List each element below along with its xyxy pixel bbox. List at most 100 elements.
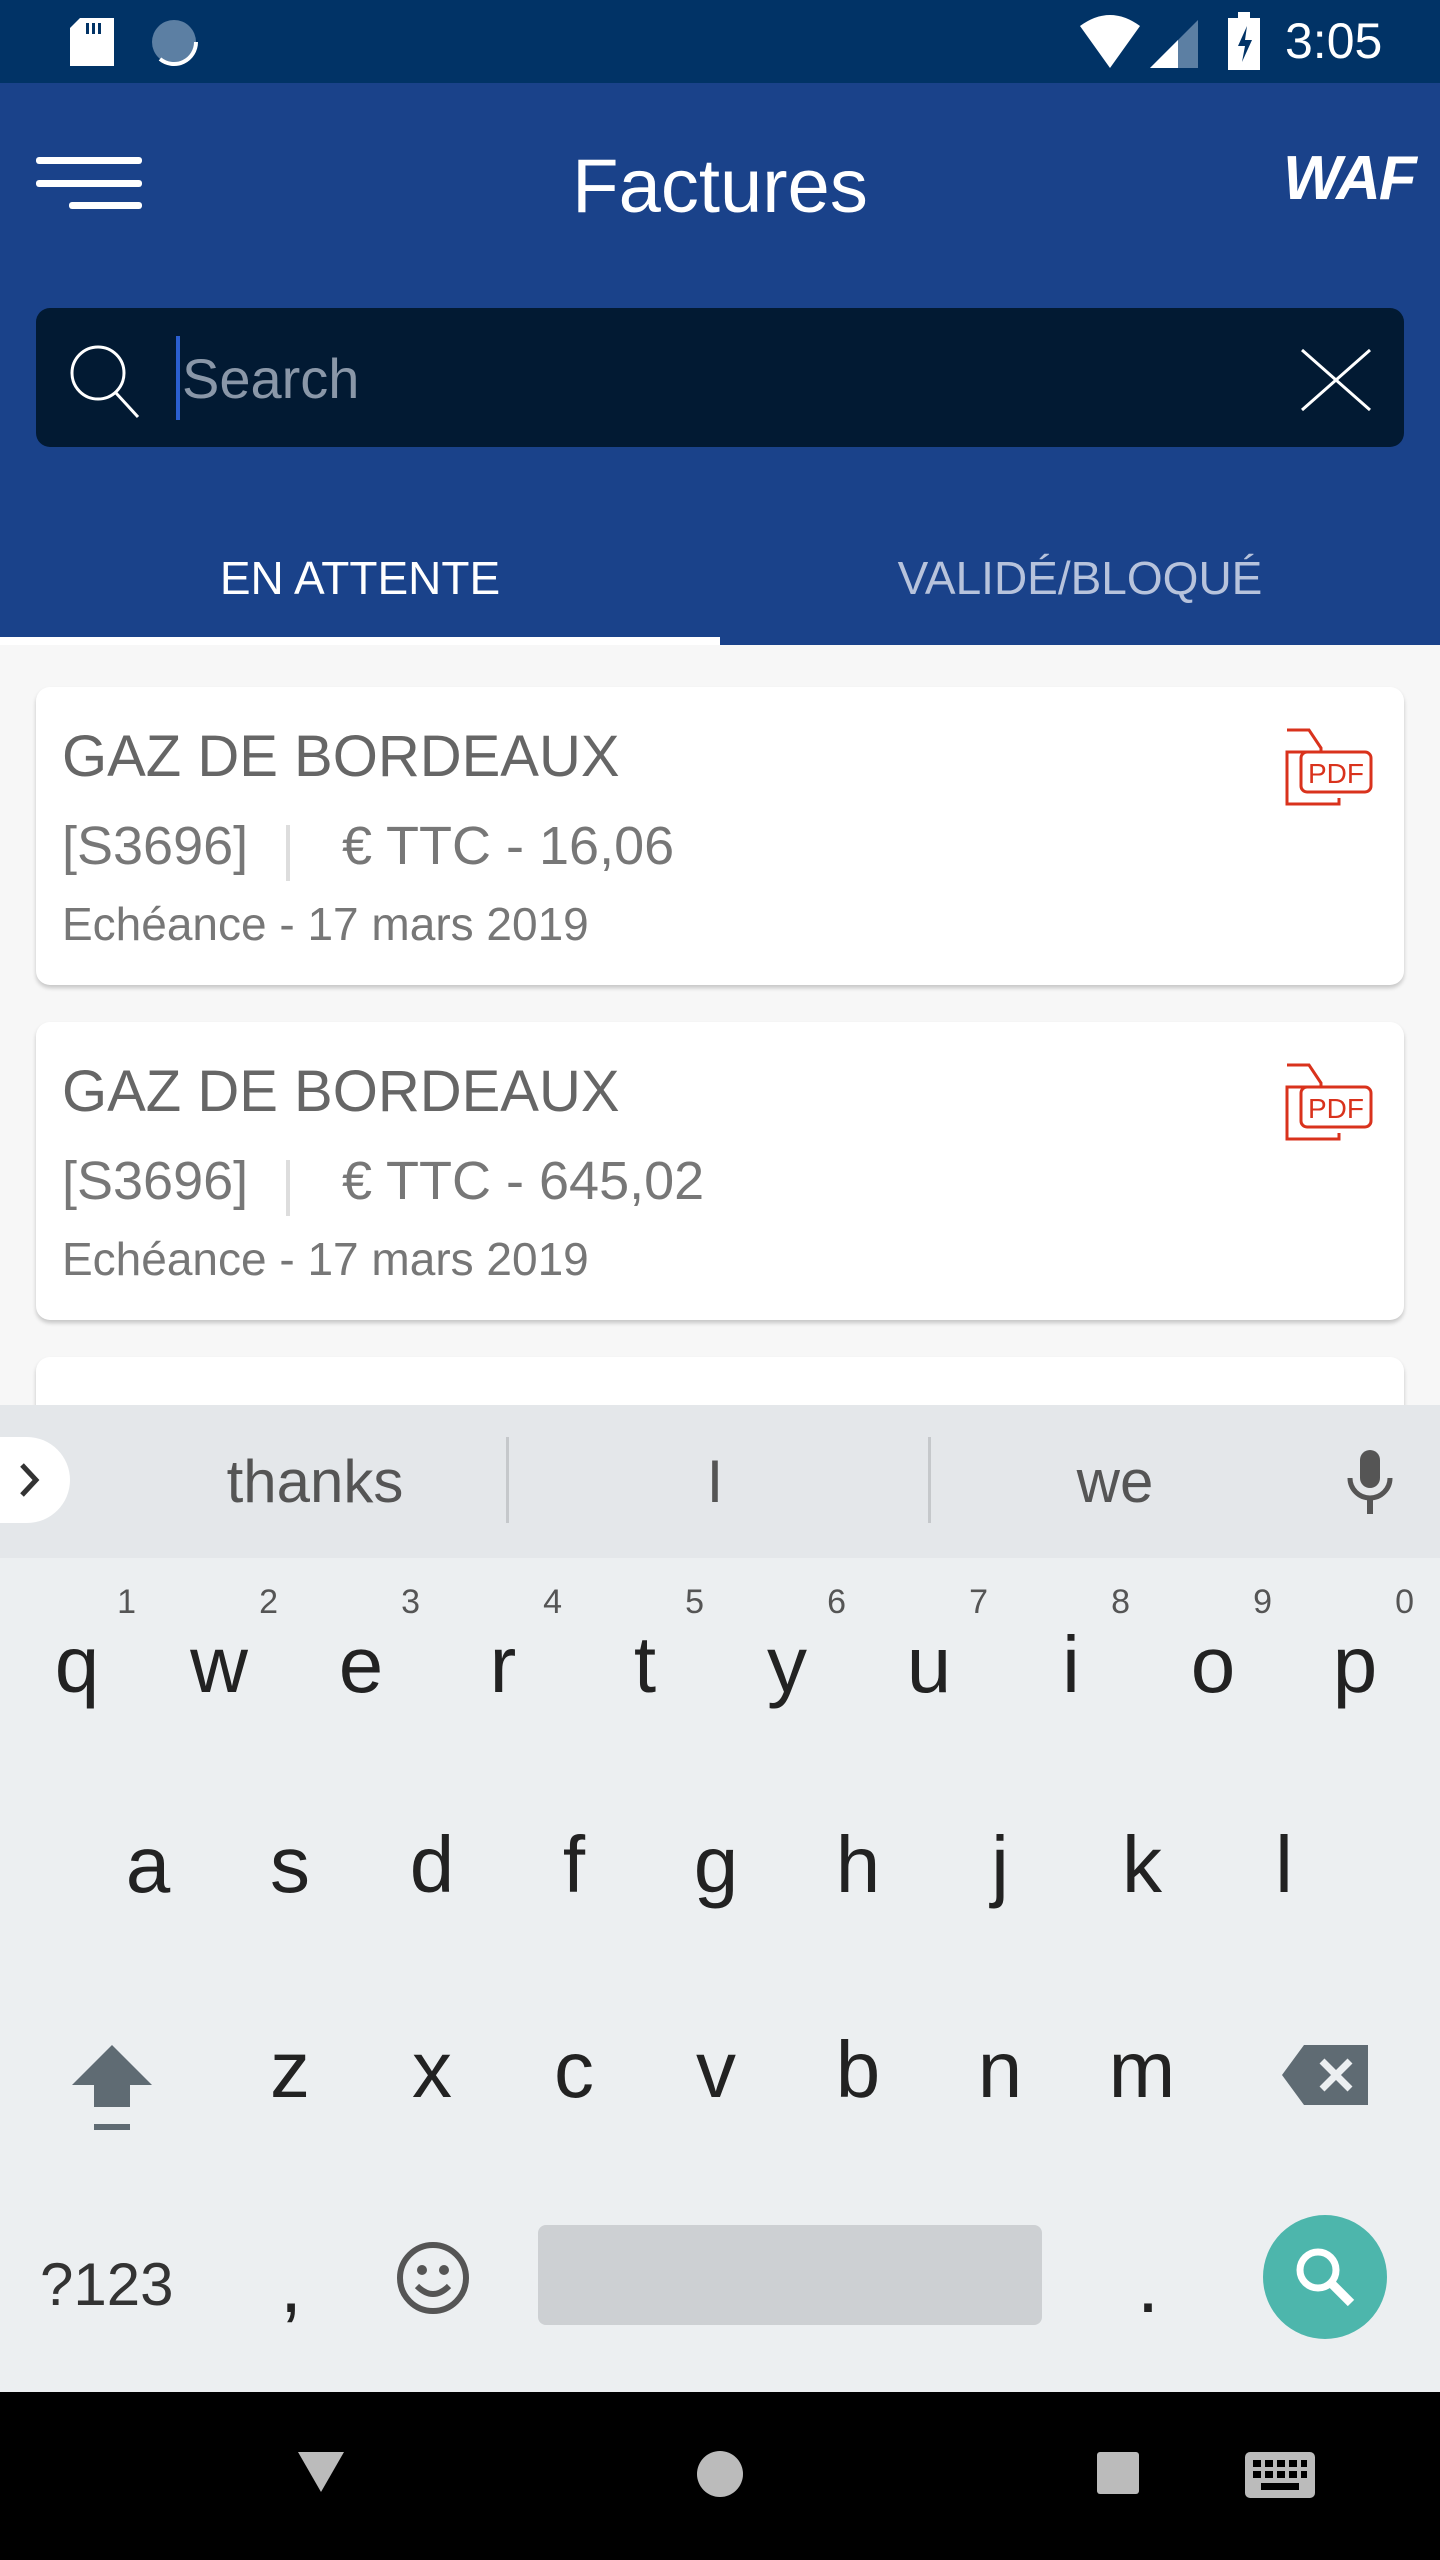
comma-key[interactable]: ,: [220, 2185, 362, 2385]
search-icon: [1296, 2248, 1355, 2307]
invoice-ref: [S3696]: [62, 816, 249, 876]
clock: 3:05: [1285, 13, 1383, 69]
navigation-bar: [0, 2392, 1440, 2560]
key-hint: 2: [259, 1583, 278, 1621]
page-title: Factures: [572, 144, 868, 229]
key-d[interactable]: d: [361, 1765, 503, 1965]
key-label: v: [696, 2025, 736, 2114]
shift-icon[interactable]: [70, 2040, 154, 2140]
key-p[interactable]: p0: [1284, 1565, 1426, 1765]
key-label: r: [489, 1620, 517, 1709]
key-label: x: [412, 2025, 452, 2114]
key-f[interactable]: f: [503, 1765, 645, 1965]
tab-valide-bloque[interactable]: VALIDÉ/BLOQUÉ: [720, 523, 1440, 633]
keyboard: thanks I we ?123 , . q1w2e3r4t5y6u7i8o9p…: [0, 1405, 1440, 2392]
microphone-icon[interactable]: [1345, 1450, 1395, 1516]
backspace-icon[interactable]: [1282, 2045, 1368, 2105]
key-v[interactable]: v: [645, 1970, 787, 2170]
pdf-icon[interactable]: PDF: [1284, 1062, 1374, 1142]
search-icon: [70, 345, 140, 419]
due-date: Echéance - 17 mars 2019: [62, 1233, 589, 1285]
app-header: Factures WAF EN ATTENTE VALIDÉ/BLOQUÉ: [0, 83, 1440, 645]
period-key[interactable]: .: [1077, 2185, 1219, 2385]
key-l[interactable]: l: [1213, 1765, 1355, 1965]
sync-icon: [152, 20, 199, 67]
key-label: o: [1190, 1620, 1236, 1709]
key-j[interactable]: j: [929, 1765, 1071, 1965]
key-label: u: [906, 1620, 952, 1709]
svg-text:PDF: PDF: [1308, 758, 1364, 789]
key-g[interactable]: g: [645, 1765, 787, 1965]
key-label: l: [1275, 1820, 1293, 1909]
wifi-icon: [1080, 15, 1140, 68]
key-label: y: [767, 1620, 807, 1709]
key-label: i: [1062, 1620, 1080, 1709]
home-icon[interactable]: [696, 2450, 744, 2498]
key-hint: 6: [827, 1583, 846, 1621]
key-k[interactable]: k: [1071, 1765, 1213, 1965]
tab-en-attente[interactable]: EN ATTENTE: [0, 523, 720, 633]
suggestion-strip: thanks I we: [0, 1405, 1440, 1558]
key-label: g: [693, 1820, 739, 1909]
key-label: w: [190, 1620, 248, 1709]
key-c[interactable]: c: [503, 1970, 645, 2170]
key-e[interactable]: e3: [290, 1565, 432, 1765]
key-label: f: [562, 1820, 586, 1909]
suggestion[interactable]: thanks: [105, 1405, 525, 1558]
divider: [286, 825, 290, 881]
emoji-icon[interactable]: [395, 2240, 471, 2316]
key-y[interactable]: y6: [716, 1565, 858, 1765]
key-z[interactable]: z: [219, 1970, 361, 2170]
invoice-amount: € TTC - 16,06: [342, 816, 675, 876]
clear-icon[interactable]: [1300, 348, 1372, 412]
battery-charging-icon: [1228, 12, 1260, 70]
invoice-card[interactable]: GAZ DE BORDEAUX [S3696] € TTC - 16,06 Ec…: [36, 687, 1404, 985]
invoice-amount: € TTC - 645,02: [342, 1151, 705, 1211]
status-bar: 3:05: [0, 0, 1440, 83]
key-label: b: [835, 2025, 881, 2114]
key-b[interactable]: b: [787, 1970, 929, 2170]
key-t[interactable]: t5: [574, 1565, 716, 1765]
key-x[interactable]: x: [361, 1970, 503, 2170]
key-hint: 4: [543, 1583, 562, 1621]
suggestion[interactable]: I: [505, 1405, 925, 1558]
key-s[interactable]: s: [219, 1765, 361, 1965]
keyboard-switch-icon[interactable]: [1245, 2452, 1315, 2498]
symbols-key[interactable]: ?123: [40, 2185, 173, 2385]
key-i[interactable]: i8: [1000, 1565, 1142, 1765]
suggestion[interactable]: we: [905, 1405, 1325, 1558]
key-o[interactable]: o9: [1142, 1565, 1284, 1765]
invoice-ref: [S3696]: [62, 1151, 249, 1211]
key-label: h: [835, 1820, 881, 1909]
key-n[interactable]: n: [929, 1970, 1071, 2170]
key-label: n: [977, 2025, 1023, 2114]
key-r[interactable]: r4: [432, 1565, 574, 1765]
key-q[interactable]: q1: [6, 1565, 148, 1765]
key-label: q: [54, 1620, 100, 1709]
due-date: Echéance - 17 mars 2019: [62, 898, 589, 950]
key-hint: 8: [1111, 1583, 1130, 1621]
expand-suggestions-button[interactable]: [0, 1437, 70, 1523]
key-hint: 3: [401, 1583, 420, 1621]
key-label: s: [270, 1820, 310, 1909]
key-a[interactable]: a: [77, 1765, 219, 1965]
key-w[interactable]: w2: [148, 1565, 290, 1765]
pdf-icon[interactable]: PDF: [1284, 727, 1374, 807]
key-label: a: [125, 1820, 171, 1909]
search-input[interactable]: [176, 336, 1176, 420]
recents-icon[interactable]: [1097, 2452, 1139, 2494]
key-label: t: [633, 1620, 657, 1709]
key-label: c: [554, 2025, 594, 2114]
key-u[interactable]: u7: [858, 1565, 1000, 1765]
key-label: k: [1122, 1820, 1162, 1909]
key-h[interactable]: h: [787, 1765, 929, 1965]
space-bar[interactable]: [538, 2225, 1042, 2325]
back-icon[interactable]: [298, 2452, 344, 2492]
key-m[interactable]: m: [1071, 1970, 1213, 2170]
invoice-card[interactable]: GAZ DE BORDEAUX [S3696] € TTC - 645,02 E…: [36, 1022, 1404, 1320]
key-label: p: [1332, 1620, 1378, 1709]
search-bar: [36, 308, 1404, 447]
key-label: e: [338, 1620, 384, 1709]
key-hint: 0: [1395, 1583, 1414, 1621]
search-key[interactable]: [1263, 2215, 1387, 2339]
